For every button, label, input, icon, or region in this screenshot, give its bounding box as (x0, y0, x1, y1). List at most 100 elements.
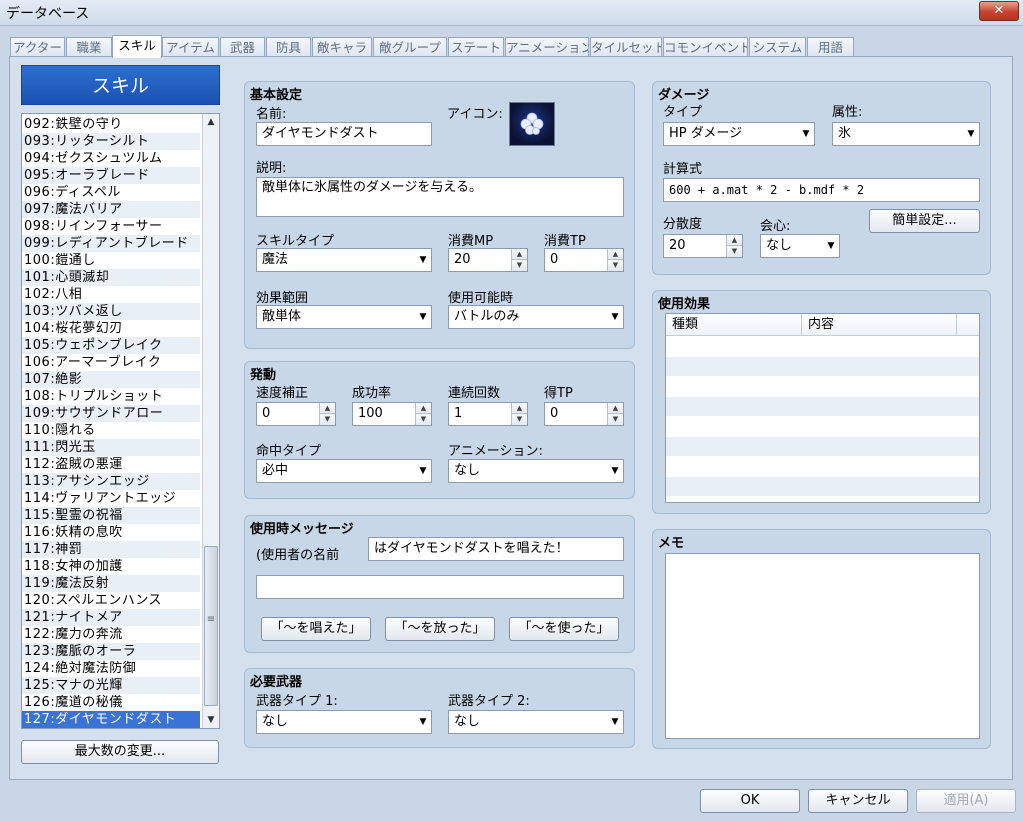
skill-type-select[interactable]: 魔法 ▼ (256, 248, 432, 272)
list-item[interactable]: 106:アーマーブレイク (22, 354, 200, 371)
release-template-button[interactable]: 「～を放った」 (385, 617, 495, 641)
success-stepper[interactable]: 100 ▲ ▼ (352, 402, 432, 426)
table-row[interactable] (666, 417, 979, 436)
table-row[interactable] (666, 457, 979, 476)
table-row[interactable] (666, 337, 979, 356)
tab-states[interactable]: ステート (448, 37, 504, 57)
hit-type-select[interactable]: 必中 ▼ (256, 459, 432, 483)
scope-select[interactable]: 敵単体 ▼ (256, 305, 432, 329)
list-item[interactable]: 097:魔法バリア (22, 201, 200, 218)
spin-down-icon[interactable]: ▼ (727, 246, 742, 257)
list-item[interactable]: 102:八相 (22, 286, 200, 303)
element-select[interactable]: 氷 ▼ (832, 122, 980, 146)
list-item[interactable]: 110:隠れる (22, 422, 200, 439)
effects-table[interactable]: 種類 内容 (665, 313, 980, 503)
list-item[interactable]: 095:オーラブレード (22, 167, 200, 184)
occasion-select[interactable]: バトルのみ ▼ (448, 305, 624, 329)
skill-list[interactable]: 127:ダイヤモンドダスト 126:魔道の秘儀 125:マナの光輝 124:絶対魔法防… (21, 113, 220, 729)
list-item[interactable]: 123:魔脈のオーラ (22, 643, 200, 660)
tab-items[interactable]: アイテム (162, 37, 219, 57)
cancel-button[interactable]: キャンセル (808, 789, 908, 813)
mp-cost-stepper[interactable]: 20 ▲ ▼ (448, 248, 528, 272)
column-header-content[interactable]: 内容 (802, 314, 957, 336)
spin-up-icon[interactable]: ▲ (416, 403, 431, 414)
cast-template-button[interactable]: 「～を唱えた」 (261, 617, 371, 641)
tab-enemies[interactable]: 敵キャラ (312, 37, 372, 57)
table-row[interactable] (666, 357, 979, 376)
speed-stepper[interactable]: 0 ▲ ▼ (256, 402, 336, 426)
animation-select[interactable]: なし ▼ (448, 459, 624, 483)
spin-down-icon[interactable]: ▼ (416, 414, 431, 425)
tab-armors[interactable]: 防具 (266, 37, 311, 57)
list-item[interactable]: 125:マナの光輝 (22, 677, 200, 694)
tab-skills[interactable]: スキル (112, 35, 162, 58)
tp-gain-stepper[interactable]: 0 ▲ ▼ (544, 402, 624, 426)
name-input[interactable]: ダイヤモンドダスト (256, 122, 432, 146)
scroll-up-arrow-icon[interactable]: ▲ (203, 114, 219, 130)
list-item[interactable]: 096:ディスペル (22, 184, 200, 201)
tp-cost-stepper[interactable]: 0 ▲ ▼ (544, 248, 624, 272)
scroll-thumb[interactable] (204, 546, 218, 706)
list-item[interactable]: 101:心頭滅却 (22, 269, 200, 286)
ok-button[interactable]: OK (700, 789, 800, 813)
list-item[interactable]: 104:桜花夢幻刃 (22, 320, 200, 337)
scroll-down-arrow-icon[interactable]: ▼ (203, 712, 219, 728)
tab-terms[interactable]: 用語 (807, 37, 854, 57)
list-item[interactable]: 099:レディアントブレード (22, 235, 200, 252)
repeats-stepper[interactable]: 1 ▲ ▼ (448, 402, 528, 426)
list-item[interactable]: 114:ヴァリアントエッジ (22, 490, 200, 507)
weapon-type2-select[interactable]: なし ▼ (448, 710, 624, 734)
list-item[interactable]: 127:ダイヤモンドダスト (22, 711, 200, 728)
list-item[interactable]: 124:絶対魔法防御 (22, 660, 200, 677)
spin-down-icon[interactable]: ▼ (608, 414, 623, 425)
list-item[interactable]: 105:ウェポンブレイク (22, 337, 200, 354)
column-header-type[interactable]: 種類 (666, 314, 802, 336)
list-item[interactable]: 103:ツバメ返し (22, 303, 200, 320)
skill-icon-picker[interactable] (509, 102, 555, 146)
tab-animations[interactable]: アニメーション (505, 37, 589, 57)
table-row[interactable] (666, 477, 979, 496)
list-item[interactable]: 119:魔法反射 (22, 575, 200, 592)
list-item[interactable]: 100:鎧通し (22, 252, 200, 269)
list-item[interactable]: 115:聖霊の祝福 (22, 507, 200, 524)
list-item[interactable]: 118:女神の加護 (22, 558, 200, 575)
list-item[interactable]: 117:神罰 (22, 541, 200, 558)
list-scrollbar[interactable]: ▲ ≡ ▼ (202, 114, 219, 728)
list-item[interactable]: 111:閃光玉 (22, 439, 200, 456)
weapon-type1-select[interactable]: なし ▼ (256, 710, 432, 734)
tab-tilesets[interactable]: タイルセット (590, 37, 662, 57)
table-row[interactable] (666, 377, 979, 396)
spin-up-icon[interactable]: ▲ (727, 235, 742, 246)
quick-setup-button[interactable]: 簡単設定... (869, 209, 980, 233)
tab-actors[interactable]: アクター (10, 37, 65, 57)
list-item[interactable]: 108:トリプルショット (22, 388, 200, 405)
close-button[interactable]: ✕ (979, 1, 1019, 21)
list-item[interactable]: 109:サウザンドアロー (22, 405, 200, 422)
list-item[interactable]: 093:リッターシルト (22, 133, 200, 150)
list-item[interactable]: 116:妖精の息吹 (22, 524, 200, 541)
list-item[interactable]: 112:盗賊の悪運 (22, 456, 200, 473)
spin-up-icon[interactable]: ▲ (608, 403, 623, 414)
list-item[interactable]: 120:スペルエンハンス (22, 592, 200, 609)
list-item[interactable]: 113:アサシンエッジ (22, 473, 200, 490)
message-line1-input[interactable]: はダイヤモンドダストを唱えた！ (368, 537, 624, 561)
spin-up-icon[interactable]: ▲ (512, 403, 527, 414)
critical-select[interactable]: なし ▼ (760, 234, 840, 258)
spin-up-icon[interactable]: ▲ (608, 249, 623, 260)
description-textarea[interactable]: 敵単体に氷属性のダメージを与える。 (256, 177, 624, 217)
tab-system[interactable]: システム (749, 37, 806, 57)
list-item[interactable]: 092:鉄壁の守り (22, 116, 200, 133)
spin-down-icon[interactable]: ▼ (320, 414, 335, 425)
apply-button[interactable]: 適用(A) (916, 789, 1016, 813)
note-textarea[interactable] (665, 553, 980, 739)
damage-type-select[interactable]: HP ダメージ ▼ (663, 122, 815, 146)
tab-weapons[interactable]: 武器 (220, 37, 265, 57)
spin-up-icon[interactable]: ▲ (320, 403, 335, 414)
spin-up-icon[interactable]: ▲ (512, 249, 527, 260)
change-max-button[interactable]: 最大数の変更... (21, 740, 219, 764)
list-item[interactable]: 094:ゼクスシュツルム (22, 150, 200, 167)
spin-down-icon[interactable]: ▼ (512, 260, 527, 271)
table-row[interactable] (666, 437, 979, 456)
list-item[interactable]: 107:絶影 (22, 371, 200, 388)
formula-input[interactable]: 600 + a.mat * 2 - b.mdf * 2 (663, 178, 980, 202)
